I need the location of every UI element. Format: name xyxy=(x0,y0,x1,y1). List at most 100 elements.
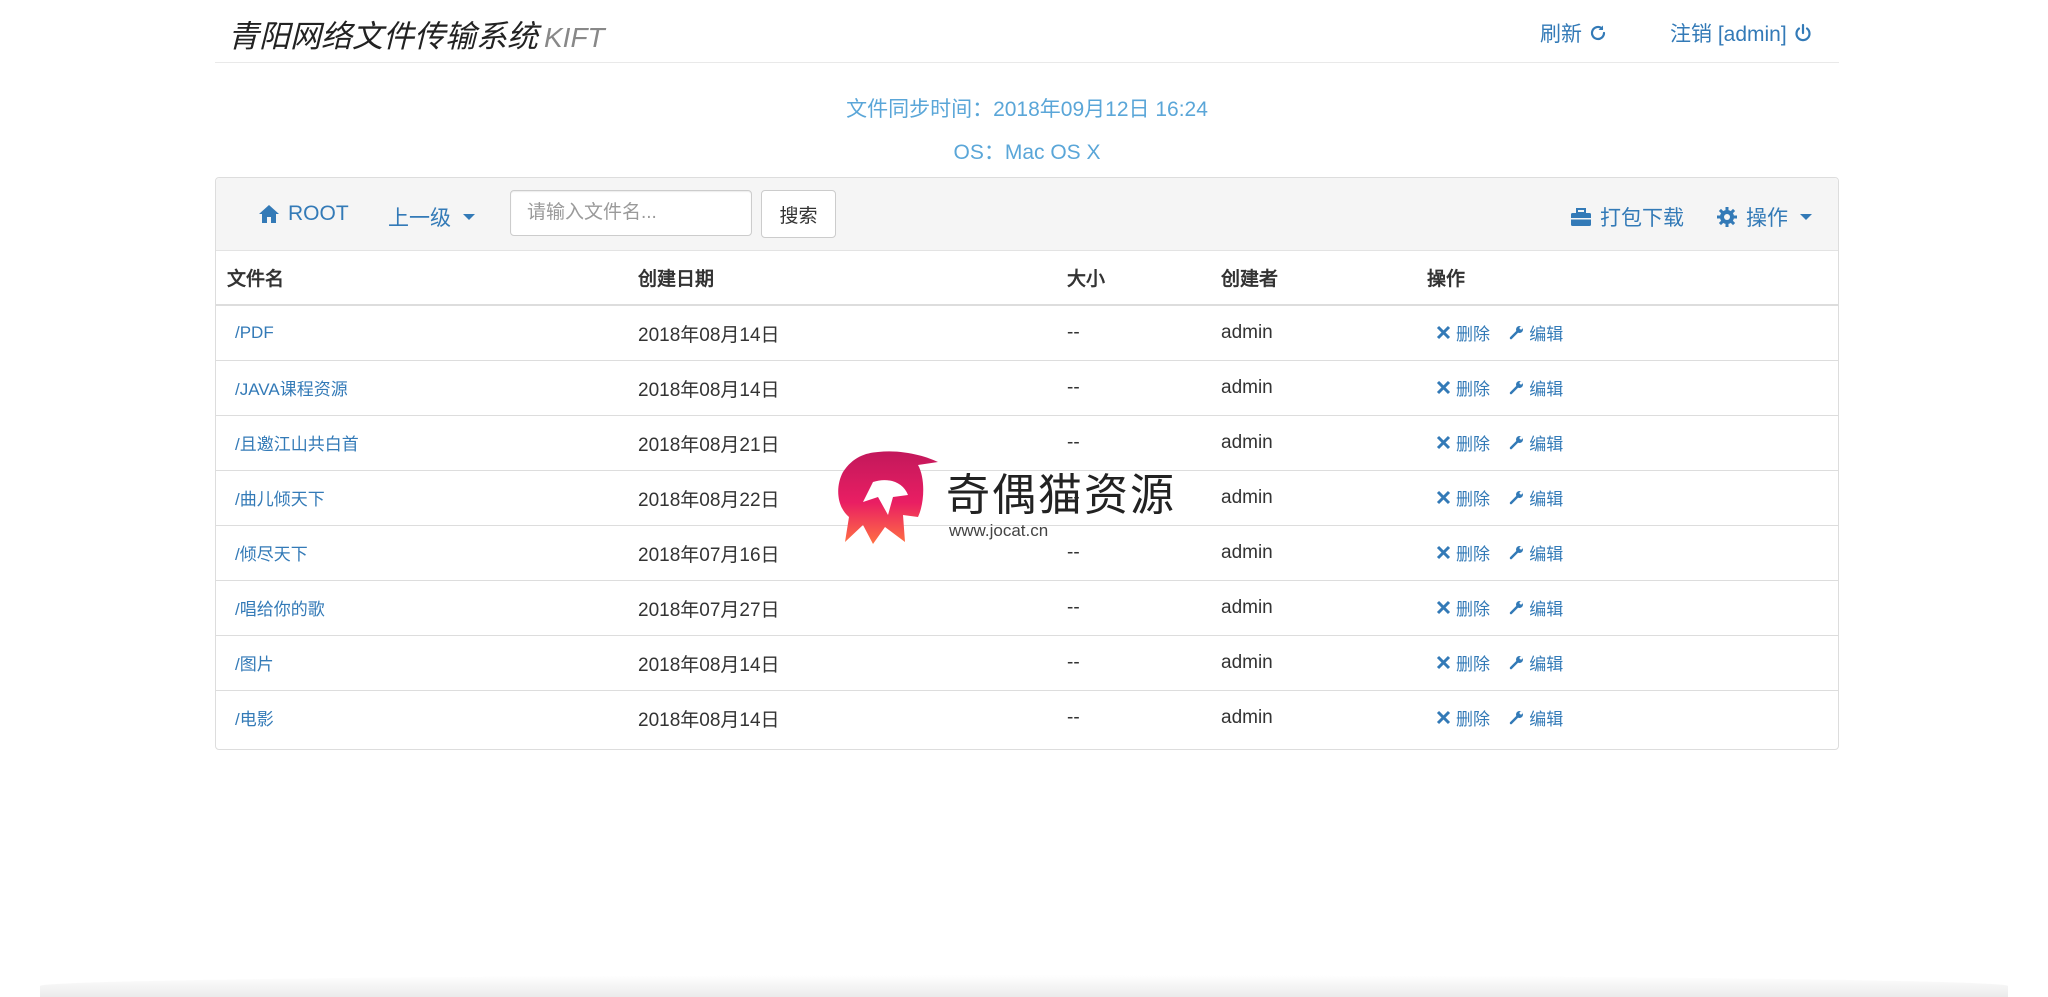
root-label: ROOT xyxy=(288,202,349,225)
refresh-icon xyxy=(1590,25,1606,41)
refresh-link[interactable]: 刷新 xyxy=(1540,18,1608,48)
close-icon xyxy=(1436,545,1451,560)
edit-button[interactable]: 编辑 xyxy=(1509,375,1563,400)
delete-button[interactable]: 删除 xyxy=(1436,430,1490,455)
creator: admin xyxy=(1210,470,1416,526)
delete-button[interactable]: 删除 xyxy=(1436,375,1490,400)
edit-label: 编辑 xyxy=(1529,380,1564,399)
operations-label: 操作 xyxy=(1746,207,1788,230)
file-size: -- xyxy=(1056,305,1210,361)
app-brand[interactable]: 青阳网络文件传输系统 KIFT xyxy=(228,11,605,56)
created-date: 2018年08月21日 xyxy=(627,415,1056,471)
edit-label: 编辑 xyxy=(1529,325,1564,344)
delete-label: 删除 xyxy=(1456,655,1490,674)
creator: admin xyxy=(1210,415,1416,471)
parent-dir-label: 上一级 xyxy=(388,207,451,230)
briefcase-icon xyxy=(1571,208,1591,226)
page: 青阳网络文件传输系统 KIFT 刷新 注销 [admin] 文件同步时间：2018… xyxy=(0,0,2048,997)
close-icon xyxy=(1436,380,1451,395)
file-size: -- xyxy=(1067,707,1080,728)
home-icon xyxy=(259,205,279,223)
edit-label: 编辑 xyxy=(1529,545,1564,564)
column-header-name[interactable]: 文件名 xyxy=(216,251,627,306)
created-date: 2018年07月27日 xyxy=(627,580,1056,636)
close-icon xyxy=(1436,490,1451,505)
delete-label: 删除 xyxy=(1456,435,1490,454)
file-size: -- xyxy=(1056,470,1210,526)
wrench-icon xyxy=(1510,711,1524,725)
edit-label: 编辑 xyxy=(1529,655,1564,674)
pack-download-label: 打包下载 xyxy=(1600,207,1684,230)
delete-button[interactable]: 删除 xyxy=(1436,540,1490,565)
edit-label: 编辑 xyxy=(1529,490,1564,509)
column-header-date[interactable]: 创建日期 xyxy=(627,251,1056,306)
close-icon xyxy=(1436,600,1451,615)
filename-search-input[interactable] xyxy=(510,190,752,236)
creator: admin xyxy=(1210,525,1416,581)
close-icon xyxy=(1436,710,1451,725)
file-table: 文件名 创建日期 大小 创建者 操作 /PDF 2018年08月14日 -- a… xyxy=(216,251,1838,745)
created-date: 2018年08月14日 xyxy=(627,305,1056,361)
power-icon xyxy=(1795,23,1811,42)
delete-button[interactable]: 删除 xyxy=(1436,320,1490,345)
folder-link[interactable]: /且邀江山共白首 xyxy=(227,435,359,454)
os-text: OS：Mac OS X xyxy=(953,141,1101,164)
operations-dropdown[interactable]: 操作 xyxy=(1716,202,1812,232)
parent-dir-dropdown[interactable]: 上一级 xyxy=(388,202,475,232)
wrench-icon xyxy=(1510,601,1524,615)
delete-label: 删除 xyxy=(1456,545,1490,564)
logout-label: 注销 [admin] xyxy=(1670,23,1787,46)
caret-down-icon xyxy=(463,214,475,220)
folder-link[interactable]: /PDF xyxy=(227,323,274,342)
pack-download-button[interactable]: 打包下载 xyxy=(1570,202,1684,232)
folder-link[interactable]: /电影 xyxy=(227,710,274,729)
edit-button[interactable]: 编辑 xyxy=(1509,430,1563,455)
table-row: /倾尽天下 2018年07月16日 -- admin 删除 编辑 xyxy=(216,525,1838,581)
app-title[interactable]: 青阳网络文件传输系统 xyxy=(228,19,538,54)
delete-label: 删除 xyxy=(1456,380,1490,399)
column-header-creator[interactable]: 创建者 xyxy=(1210,251,1416,306)
folder-link[interactable]: /倾尽天下 xyxy=(227,545,308,564)
delete-button[interactable]: 删除 xyxy=(1436,650,1490,675)
created-date: 2018年08月14日 xyxy=(638,709,780,731)
table-row: /曲儿倾天下 2018年08月22日 -- admin 删除 编辑 xyxy=(216,470,1838,526)
edit-button[interactable]: 编辑 xyxy=(1509,540,1563,565)
edit-button[interactable]: 编辑 xyxy=(1509,650,1563,675)
table-row: /PDF 2018年08月14日 -- admin 删除 编辑 xyxy=(216,305,1838,361)
refresh-label: 刷新 xyxy=(1540,23,1582,46)
creator: admin xyxy=(1221,707,1273,728)
top-navbar: 青阳网络文件传输系统 KIFT 刷新 注销 [admin] xyxy=(215,0,1839,63)
table-row: /图片 2018年08月14日 -- admin 删除 编辑 xyxy=(216,635,1838,691)
edit-button[interactable]: 编辑 xyxy=(1509,705,1563,730)
wrench-icon xyxy=(1510,381,1524,395)
table-row: /电影 2018年08月14日 -- admin 删除 编辑 xyxy=(216,691,1838,746)
folder-link[interactable]: /图片 xyxy=(227,655,274,674)
bottom-shadow xyxy=(40,975,2008,997)
edit-label: 编辑 xyxy=(1529,710,1564,729)
edit-button[interactable]: 编辑 xyxy=(1509,320,1563,345)
app-subtitle[interactable]: KIFT xyxy=(544,22,605,53)
file-size: -- xyxy=(1056,635,1210,691)
delete-button[interactable]: 删除 xyxy=(1436,705,1490,730)
table-header-row: 文件名 创建日期 大小 创建者 操作 xyxy=(216,251,1838,306)
close-icon xyxy=(1436,655,1451,670)
delete-button[interactable]: 删除 xyxy=(1436,595,1490,620)
creator: admin xyxy=(1210,635,1416,691)
column-header-size[interactable]: 大小 xyxy=(1056,251,1210,306)
delete-label: 删除 xyxy=(1456,710,1490,729)
folder-link[interactable]: /曲儿倾天下 xyxy=(227,490,325,509)
table-row: /JAVA课程资源 2018年08月14日 -- admin 删除 编辑 xyxy=(216,360,1838,416)
file-table-body: /PDF 2018年08月14日 -- admin 删除 编辑 /JAVA课程资… xyxy=(216,305,1838,745)
search-button[interactable]: 搜索 xyxy=(761,190,836,238)
edit-button[interactable]: 编辑 xyxy=(1509,595,1563,620)
edit-button[interactable]: 编辑 xyxy=(1509,485,1563,510)
created-date: 2018年08月14日 xyxy=(627,360,1056,416)
delete-button[interactable]: 删除 xyxy=(1436,485,1490,510)
creator: admin xyxy=(1210,305,1416,361)
folder-link[interactable]: /唱给你的歌 xyxy=(227,600,325,619)
logout-link[interactable]: 注销 [admin] xyxy=(1670,18,1813,48)
root-link[interactable]: ROOT xyxy=(258,202,349,226)
folder-link[interactable]: /JAVA课程资源 xyxy=(227,380,348,399)
main-container: 青阳网络文件传输系统 KIFT 刷新 注销 [admin] 文件同步时间：2018… xyxy=(215,0,1839,750)
wrench-icon xyxy=(1510,326,1524,340)
